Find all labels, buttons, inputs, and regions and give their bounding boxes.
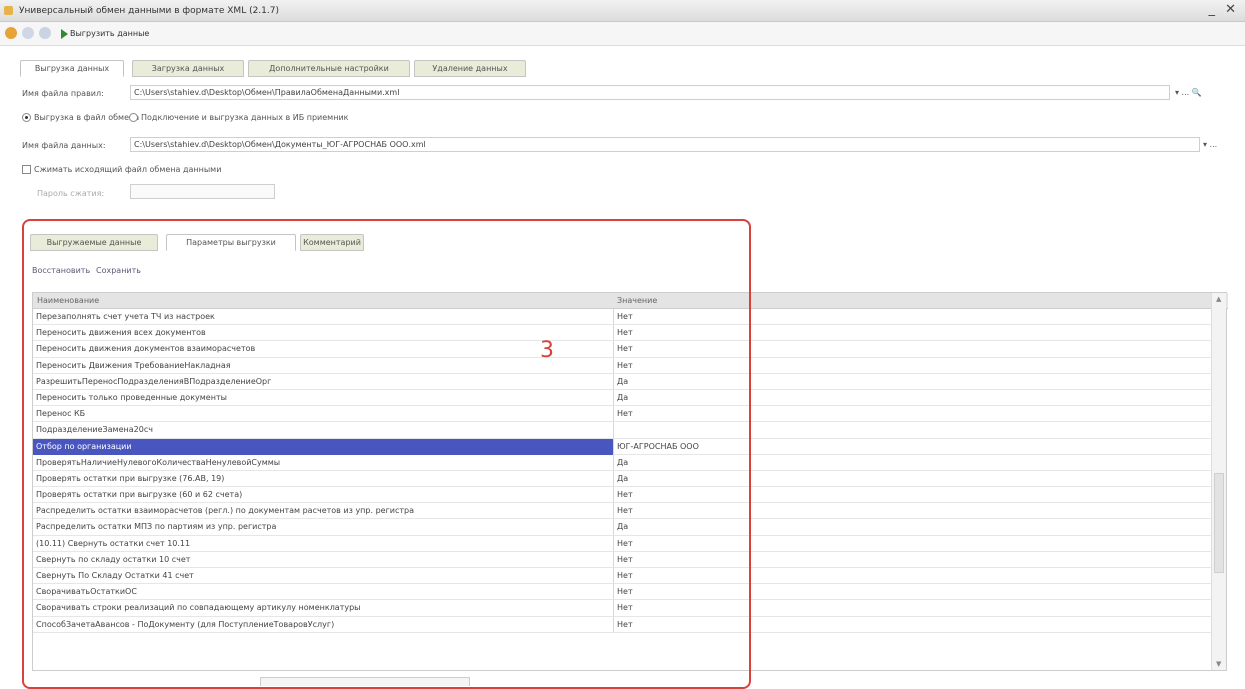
- data-file-label: Имя файла данных:: [22, 141, 106, 150]
- tab-export[interactable]: Выгрузка данных: [20, 60, 124, 77]
- data-file-input[interactable]: C:\Users\stahiev.d\Desktop\Обмен\Докумен…: [130, 137, 1200, 152]
- grid-scrollbar[interactable]: ▲ ▼: [1211, 293, 1226, 670]
- window-title: Универсальный обмен данными в формате XM…: [19, 6, 279, 16]
- app-icon: [4, 6, 13, 15]
- tab-additional-settings[interactable]: Дополнительные настройки: [248, 60, 410, 77]
- window-controls[interactable]: _ ✕: [1208, 2, 1239, 17]
- forward-icon[interactable]: [39, 27, 51, 39]
- radio-connect-ib-label: Подключение и выгрузка данных в ИБ прием…: [141, 113, 349, 122]
- highlight-frame: [22, 219, 751, 689]
- compress-checkbox[interactable]: [22, 165, 31, 174]
- back-icon[interactable]: [22, 27, 34, 39]
- radio-connect-ib[interactable]: [129, 113, 138, 122]
- tab-import[interactable]: Загрузка данных: [132, 60, 244, 77]
- window-titlebar: Универсальный обмен данными в формате XM…: [0, 0, 1245, 22]
- compress-label: Сжимать исходящий файл обмена данными: [34, 165, 222, 174]
- tab-delete-data[interactable]: Удаление данных: [414, 60, 526, 77]
- password-label: Пароль сжатия:: [37, 189, 105, 198]
- run-icon[interactable]: [61, 29, 68, 39]
- scroll-thumb[interactable]: [1214, 473, 1224, 573]
- password-input[interactable]: [130, 184, 275, 199]
- rules-file-input[interactable]: C:\Users\stahiev.d\Desktop\Обмен\Правила…: [130, 85, 1170, 100]
- radio-export-file[interactable]: [22, 113, 31, 122]
- run-export-button[interactable]: Выгрузить данные: [70, 29, 149, 38]
- rules-file-label: Имя файла правил:: [22, 89, 104, 98]
- bottom-panel-edge: [260, 677, 470, 686]
- toolbar: Выгрузить данные: [0, 22, 1245, 46]
- radio-export-file-label: Выгрузка в файл обмена: [34, 113, 140, 122]
- data-file-select-button[interactable]: ▾ ...: [1203, 140, 1217, 149]
- scroll-down-icon[interactable]: ▼: [1216, 660, 1221, 668]
- rules-file-select-button[interactable]: ▾ ... 🔍: [1175, 88, 1202, 97]
- annotation-number: 3: [540, 338, 554, 363]
- info-icon[interactable]: [5, 27, 17, 39]
- scroll-up-icon[interactable]: ▲: [1216, 295, 1221, 303]
